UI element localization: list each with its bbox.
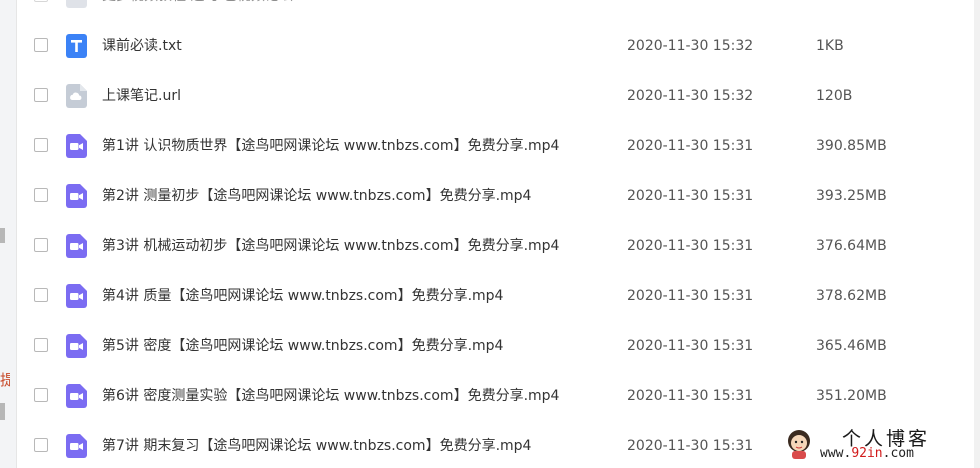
row-checkbox[interactable] [34, 438, 48, 452]
video-file-icon [66, 384, 87, 408]
file-modified-date: 2020-11-30 15:31 [627, 438, 754, 454]
file-size: 393.25MB [816, 188, 887, 204]
file-name[interactable]: 课前必读.txt [102, 36, 182, 56]
file-name[interactable]: 第7讲 期末复习【途鸟吧网课论坛 www.tnbzs.com】免费分享.mp4 [102, 436, 531, 456]
video-file-icon [66, 284, 87, 308]
file-name[interactable]: 第2讲 测量初步【途鸟吧网课论坛 www.tnbzs.com】免费分享.mp4 [102, 186, 531, 206]
file-row[interactable]: 上课笔记.url 2020-11-30 15:32 120B [16, 71, 974, 121]
video-file-icon [66, 234, 87, 258]
file-modified-date: 2020-11-30 15:31 [627, 238, 754, 254]
file-size: 351.20MB [816, 388, 887, 404]
row-checkbox[interactable] [34, 238, 48, 252]
row-checkbox[interactable] [34, 138, 48, 152]
row-checkbox[interactable] [34, 88, 48, 102]
file-name[interactable]: 上课笔记.url [102, 86, 181, 106]
file-modified-date: 2020-11-30 15:31 [627, 288, 754, 304]
file-modified-date: 2020-11-30 15:31 [627, 188, 754, 204]
file-size: 390.85MB [816, 138, 887, 154]
file-name[interactable]: 第6讲 密度测量实验【途鸟吧网课论坛 www.tnbzs.com】免费分享.mp… [102, 386, 559, 406]
file-modified-date: 2020-11-30 15:32 [627, 88, 754, 104]
file-modified-date: 2020-11-30 15:31 [627, 338, 754, 354]
sidebar-marker [0, 403, 5, 420]
left-sidebar-edge: 提 [0, 0, 17, 468]
row-checkbox[interactable] [34, 388, 48, 402]
row-checkbox[interactable] [34, 38, 48, 52]
video-file-icon [66, 184, 87, 208]
file-modified-date: 2020-11-30 15:31 [627, 388, 754, 404]
file-row[interactable]: 第3讲 机械运动初步【途鸟吧网课论坛 www.tnbzs.com】免费分享.mp… [16, 221, 974, 271]
row-checkbox[interactable] [34, 188, 48, 202]
file-list: 更多视频教程 进 手也视频论坛 www.tnbzs.com.url 2020-11… [16, 0, 974, 468]
link-file-icon [66, 84, 87, 108]
file-size: 120B [816, 88, 853, 104]
file-row[interactable]: 第1讲 认识物质世界【途鸟吧网课论坛 www.tnbzs.com】免费分享.mp… [16, 121, 974, 171]
video-file-icon [66, 134, 87, 158]
sidebar-marker [0, 228, 5, 243]
file-row[interactable]: 第7讲 期末复习【途鸟吧网课论坛 www.tnbzs.com】免费分享.mp4 2… [16, 421, 974, 468]
file-size: 365.46MB [816, 338, 887, 354]
file-manager-window: 提 更多视频教程 进 手也视频论坛 www.tnbzs.com.url 2020-… [0, 0, 980, 468]
file-name[interactable]: 第4讲 质量【途鸟吧网课论坛 www.tnbzs.com】免费分享.mp4 [102, 286, 503, 306]
file-row[interactable]: 第6讲 密度测量实验【途鸟吧网课论坛 www.tnbzs.com】免费分享.mp… [16, 371, 974, 421]
file-row[interactable]: 课前必读.txt 2020-11-30 15:32 1KB [16, 21, 974, 71]
file-name[interactable]: 第3讲 机械运动初步【途鸟吧网课论坛 www.tnbzs.com】免费分享.mp… [102, 236, 559, 256]
row-checkbox[interactable] [34, 0, 48, 2]
video-file-icon [66, 334, 87, 358]
scrollbar-track[interactable] [974, 0, 980, 468]
file-modified-date: 2020-11-30 15:32 [627, 38, 754, 54]
video-file-icon [66, 434, 87, 458]
sidebar-glyph: 提 [0, 371, 10, 389]
file-size: 120B [816, 0, 852, 6]
file-size: 378.62MB [816, 288, 887, 304]
file-size: 1KB [816, 38, 844, 54]
file-row[interactable]: 第2讲 测量初步【途鸟吧网课论坛 www.tnbzs.com】免费分享.mp4 2… [16, 171, 974, 221]
file-name[interactable]: 更多视频教程 进 手也视频论坛 www.tnbzs.com.url [102, 0, 430, 6]
file-row[interactable]: 第5讲 密度【途鸟吧网课论坛 www.tnbzs.com】免费分享.mp4 202… [16, 321, 974, 371]
file-row[interactable]: 更多视频教程 进 手也视频论坛 www.tnbzs.com.url 2020-11… [16, 0, 974, 21]
row-checkbox[interactable] [34, 288, 48, 302]
file-modified-date: 2020-11-30 15:32 [627, 0, 753, 6]
file-size: 376.64MB [816, 238, 887, 254]
link-file-icon [66, 0, 87, 8]
file-name[interactable]: 第1讲 认识物质世界【途鸟吧网课论坛 www.tnbzs.com】免费分享.mp… [102, 136, 559, 156]
file-modified-date: 2020-11-30 15:31 [627, 138, 754, 154]
file-row[interactable]: 第4讲 质量【途鸟吧网课论坛 www.tnbzs.com】免费分享.mp4 202… [16, 271, 974, 321]
file-name[interactable]: 第5讲 密度【途鸟吧网课论坛 www.tnbzs.com】免费分享.mp4 [102, 336, 503, 356]
row-checkbox[interactable] [34, 338, 48, 352]
text-file-icon [66, 34, 87, 58]
